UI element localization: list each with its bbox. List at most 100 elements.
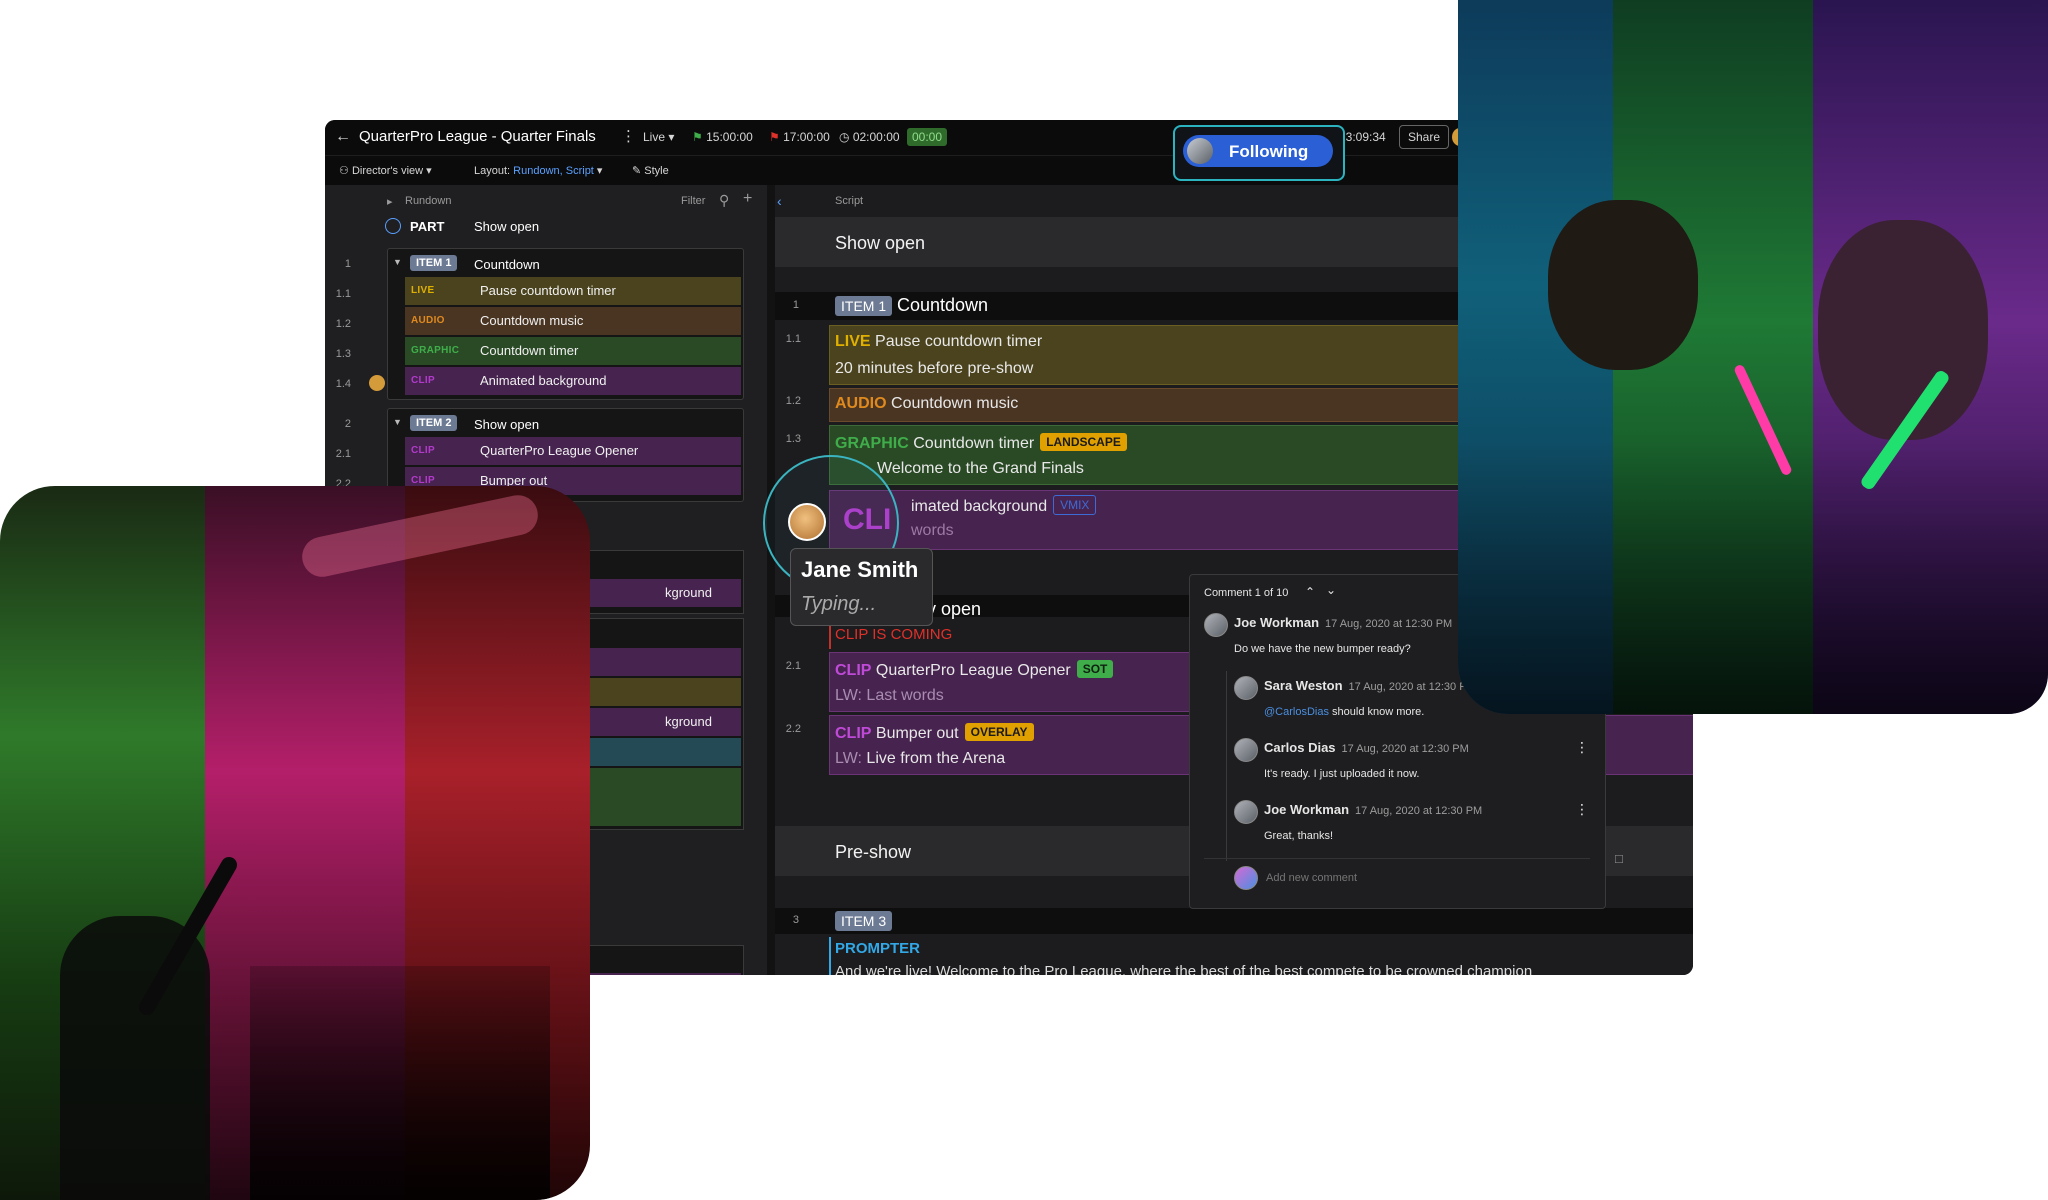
script-row-title: imated background VMIX <box>911 495 1097 516</box>
row-number: 1.3 <box>335 348 351 360</box>
script-row-title: CLIP Bumper out OVERLAY <box>835 723 1034 743</box>
back-arrow-icon[interactable]: ← <box>335 128 351 146</box>
presence-status: Typing... <box>801 593 877 615</box>
divider <box>1204 858 1590 859</box>
rundown-title: QuarterPro League - Quarter Finals <box>359 128 596 145</box>
following-button[interactable]: Following <box>1183 135 1333 167</box>
row-tag: AUDIO <box>411 315 445 326</box>
following-frame: Following <box>1173 125 1345 181</box>
stage-shadow <box>250 966 550 1200</box>
row-tag: LIVE <box>411 285 435 296</box>
rundown-header: Rundown <box>405 195 452 207</box>
item-title: Show open <box>474 417 540 432</box>
layout-dropdown[interactable]: Layout: Rundown, Script ▾ <box>474 164 602 177</box>
script-row-sub: 20 minutes before pre-show <box>835 360 1034 377</box>
script-row-sub: LW: Live from the Arena <box>835 750 1006 767</box>
red-flag-icon: ⚑ <box>769 130 780 144</box>
share-button[interactable]: Share <box>1399 125 1450 149</box>
gamers-photo <box>1458 0 2048 714</box>
view-dropdown[interactable]: ⚇ Director's view ▾ <box>339 164 432 177</box>
search-icon[interactable]: ⚲ <box>719 192 729 209</box>
part-title: Show open <box>474 219 540 234</box>
more-vertical-icon[interactable]: ⋮ <box>1575 801 1589 818</box>
rundown-row[interactable]: CLIP QuarterPro League Opener <box>405 437 741 465</box>
clock: 13:09:34 <box>1339 130 1386 144</box>
item-title: Countdown <box>897 295 989 315</box>
row-text: Countdown music <box>480 313 584 328</box>
live-dropdown[interactable]: Live ▾ <box>643 130 674 144</box>
part-label: PART <box>410 219 445 234</box>
row-number: 1.1 <box>785 333 801 345</box>
person-silhouette <box>1548 200 1698 370</box>
item-badge: ITEM 2 <box>410 415 458 431</box>
row-text: Pause countdown timer <box>480 283 616 298</box>
row-text: Countdown timer <box>480 343 579 358</box>
comment-icon[interactable]: □ <box>1615 851 1623 866</box>
part-clock-icon <box>385 218 401 234</box>
item-title: v open <box>927 599 982 619</box>
comment-header: Joe Workman 17 Aug, 2020 at 12:30 PM <box>1234 615 1453 630</box>
script-row-sub: LW: Last words <box>835 687 944 704</box>
row-tag: CLIP <box>411 375 435 386</box>
item-badge: ITEM 1 <box>410 255 458 271</box>
row-number: 2.1 <box>785 660 801 672</box>
chevron-right-icon[interactable]: ▸ <box>387 195 393 208</box>
collaborator-avatar <box>369 375 385 391</box>
elapsed-timer: 00:00 <box>907 128 948 146</box>
desk-shadow <box>1458 440 2048 714</box>
rundown-row[interactable]: GRAPHIC Countdown timer <box>405 337 741 365</box>
section-title: Show open <box>835 233 926 253</box>
avatar <box>1204 613 1228 637</box>
photo-overlay <box>1458 0 2048 714</box>
script-row-sub: words <box>911 522 954 539</box>
chevron-down-icon[interactable]: ⌄ <box>1326 583 1336 597</box>
rundown-row[interactable]: CLIP Animated background <box>405 367 741 395</box>
item-title: Countdown <box>474 257 540 272</box>
following-label: Following <box>1229 142 1309 161</box>
rundown-row[interactable]: AUDIO Countdown music <box>405 307 741 335</box>
script-row-title: GRAPHIC Countdown timer LANDSCAPE <box>835 433 1127 453</box>
avatar <box>1234 800 1258 824</box>
chevron-down-icon[interactable]: ▼ <box>393 417 402 427</box>
comment-text: Do we have the new bumper ready? <box>1234 643 1411 655</box>
thread-line <box>1226 671 1227 861</box>
warning-text: CLIP IS COMING <box>835 626 953 643</box>
comment-text: Great, thanks! <box>1264 830 1334 842</box>
style-button[interactable]: ✎ Style <box>632 164 669 177</box>
comment-counter: Comment 1 of 10 <box>1204 587 1289 599</box>
row-number: 3 <box>792 914 799 926</box>
crowd-photo <box>0 486 590 1200</box>
row-number: 2.2 <box>785 723 801 735</box>
add-comment-input[interactable] <box>1264 867 1568 889</box>
more-vertical-icon[interactable]: ⋮ <box>1575 739 1589 756</box>
row-number: 1.2 <box>335 318 351 330</box>
start-time: ⚑ 15:00:00 <box>692 130 753 144</box>
prompter-text: And we're live! Welcome to the Pro Leagu… <box>835 963 1533 975</box>
chevron-up-icon[interactable]: ⌃ <box>1305 585 1315 599</box>
comment-header: Sara Weston 17 Aug, 2020 at 12:30 PM <box>1264 678 1476 693</box>
row-number: 1.1 <box>335 288 351 300</box>
script-header: Script <box>835 195 864 207</box>
rundown-row[interactable]: LIVE Pause countdown timer <box>405 277 741 305</box>
people-icon: ⚇ <box>339 165 349 177</box>
row-text: QuarterPro League Opener <box>480 443 639 458</box>
filter-button[interactable]: Filter <box>681 195 705 207</box>
more-vertical-icon[interactable]: ⋮ <box>621 127 636 145</box>
comment-header: Carlos Dias 17 Aug, 2020 at 12:30 PM <box>1264 740 1469 755</box>
row-text: kground <box>665 585 712 600</box>
jane-avatar <box>788 503 826 541</box>
avatar <box>1234 866 1258 890</box>
row-tag: GRAPHIC <box>411 345 460 356</box>
script-row-title: CLIP QuarterPro League Opener SOT <box>835 660 1114 680</box>
duration: ◷ 02:00:00 <box>839 130 900 144</box>
section-title: Pre-show <box>835 842 912 862</box>
script-row-sub: Welcome to the Grand Finals <box>877 460 1084 477</box>
comment-header: Joe Workman 17 Aug, 2020 at 12:30 PM <box>1264 802 1483 817</box>
chevron-down-icon[interactable]: ▼ <box>393 257 402 267</box>
collapse-left-icon[interactable]: ‹ <box>777 193 782 209</box>
row-number: 1.4 <box>335 378 351 390</box>
presence-tooltip: Jane Smith Typing... <box>790 548 933 626</box>
add-icon[interactable]: + <box>743 190 752 208</box>
row-tag: CLIP <box>411 475 435 486</box>
row-number: 2 <box>344 418 351 430</box>
